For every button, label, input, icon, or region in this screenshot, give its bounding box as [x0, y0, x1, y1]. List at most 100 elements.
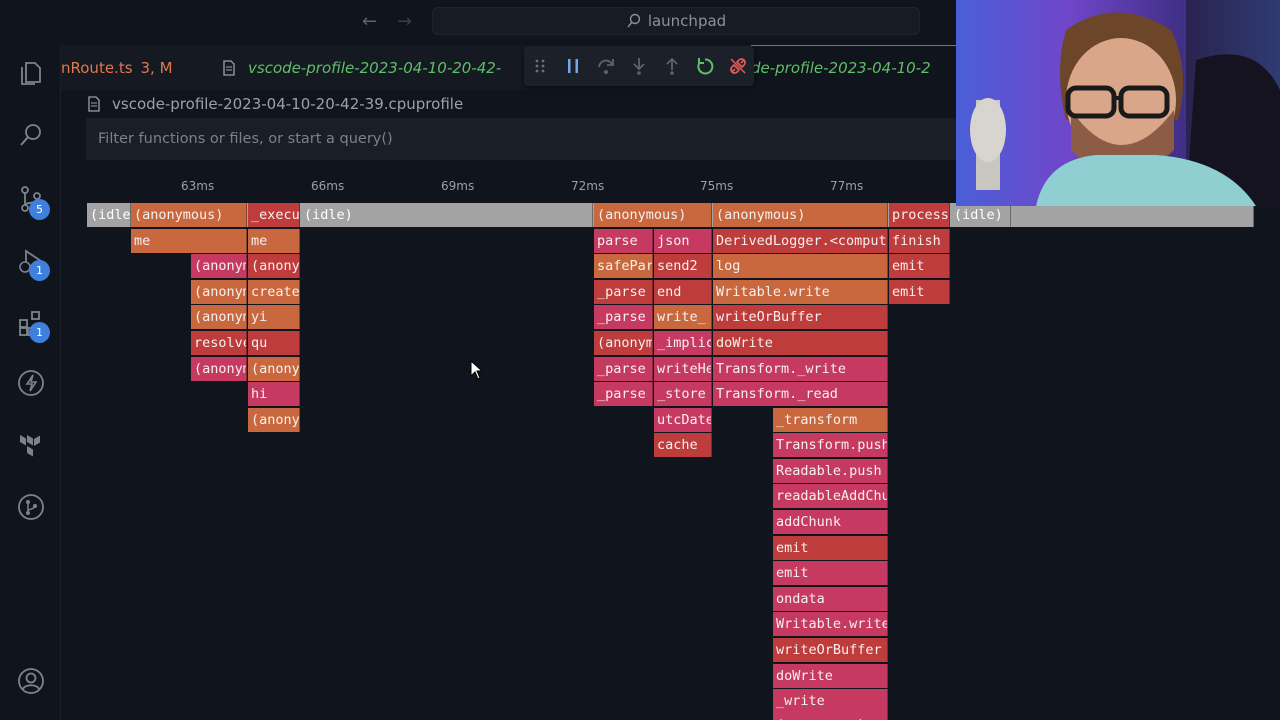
flame-frame[interactable]: ondata [773, 587, 888, 611]
flame-frame[interactable]: Transform._read [713, 382, 888, 406]
search-view-icon[interactable] [15, 119, 47, 151]
flame-frame[interactable]: (anonymous) [594, 203, 712, 227]
flame-frame[interactable]: qu [248, 331, 300, 355]
back-arrow-icon[interactable]: ← [362, 11, 377, 32]
flame-frame[interactable]: (anonymous) [713, 203, 888, 227]
tab-label: vscode-profile-2023-04-10-20-42- [248, 58, 502, 77]
webcam-overlay [956, 0, 1280, 206]
flame-frame[interactable]: writeHead [654, 357, 712, 381]
activity-bar: 5 1 1 [0, 45, 61, 720]
flame-frame[interactable]: _parse [594, 382, 653, 406]
editor-tabs: nRoute.ts 3, M vscode-profile-2023-04-10… [61, 45, 956, 90]
flame-frame[interactable]: (anonymous) [191, 280, 247, 304]
flame-frame[interactable]: writeOrBuffer [713, 305, 888, 329]
flame-frame[interactable]: _implicit [654, 331, 712, 355]
flame-frame[interactable]: yi [248, 305, 300, 329]
flame-frame[interactable]: finish [889, 229, 950, 253]
breadcrumb: vscode-profile-2023-04-10-20-42-39.cpupr… [86, 92, 463, 116]
debug-toolbar [524, 46, 754, 86]
flame-frame[interactable]: _transform [773, 408, 888, 432]
flame-frame[interactable]: (anonymous) [594, 331, 653, 355]
flame-frame[interactable]: (idle) [951, 203, 1011, 227]
flame-frame[interactable]: (anonymous) [191, 254, 247, 278]
flame-frame[interactable]: log [713, 254, 888, 278]
flame-frame[interactable]: write_ [654, 305, 712, 329]
flame-frame[interactable]: process [889, 203, 950, 227]
flame-frame[interactable]: doWrite [773, 664, 888, 688]
flame-frame[interactable]: me [248, 229, 300, 253]
flame-frame[interactable]: (anonymous) [131, 203, 247, 227]
flame-frame[interactable]: cache [654, 433, 712, 457]
flame-frame[interactable]: _parse [594, 280, 653, 304]
flame-frame[interactable]: Transform.push [773, 433, 888, 457]
tab-cpuprofile-2[interactable]: de-profile-2023-04-10-2 [751, 45, 956, 90]
flame-frame[interactable]: _parse [594, 357, 653, 381]
git-graph-icon[interactable] [15, 491, 47, 523]
tick-label: 75ms [700, 179, 734, 193]
drag-handle-icon[interactable] [524, 46, 557, 86]
restart-icon[interactable] [688, 46, 721, 86]
forward-arrow-icon[interactable]: → [397, 11, 412, 32]
account-icon[interactable] [15, 665, 47, 697]
flame-frame[interactable]: (anonymous) [191, 357, 247, 381]
flame-frame[interactable]: me [131, 229, 247, 253]
flame-frame[interactable]: _parse [594, 305, 653, 329]
flame-frame[interactable]: addChunk [773, 510, 888, 534]
run-debug-badge: 1 [29, 260, 50, 281]
flame-frame[interactable]: readableAddChunk [773, 484, 888, 508]
flame-frame[interactable]: parse [594, 229, 653, 253]
flame-frame[interactable]: (idle) [87, 203, 131, 227]
explorer-icon[interactable] [15, 57, 47, 89]
flame-frame[interactable]: end [654, 280, 712, 304]
tab-label: nRoute.ts [61, 58, 133, 77]
filter-placeholder: Filter functions or files, or start a qu… [98, 131, 393, 147]
extensions-badge: 1 [29, 322, 50, 343]
flame-frame[interactable]: Readable.push [773, 459, 888, 483]
terraform-icon[interactable] [15, 429, 47, 461]
flame-frame[interactable]: _execute [248, 203, 300, 227]
pause-icon[interactable] [557, 46, 590, 86]
flame-frame[interactable]: _store [654, 382, 712, 406]
tick-label: 69ms [441, 179, 475, 193]
flame-frame[interactable]: (anonymous) [248, 357, 300, 381]
flame-frame[interactable]: (anonymous) [773, 713, 888, 720]
tab-route-ts[interactable]: nRoute.ts 3, M [61, 45, 173, 90]
tab-cpuprofile-1[interactable]: vscode-profile-2023-04-10-20-42- [221, 45, 551, 90]
flame-frame[interactable]: (anonymous) [248, 254, 300, 278]
flame-frame[interactable]: _write [773, 689, 888, 713]
flame-frame[interactable]: doWrite [713, 331, 888, 355]
flame-frame[interactable]: (idle) [301, 203, 593, 227]
tick-label: 72ms [571, 179, 605, 193]
presenter-image [956, 0, 1280, 206]
tick-label: 66ms [311, 179, 345, 193]
flame-frame[interactable]: utcDate [654, 408, 712, 432]
flame-frame[interactable]: Writable.write [713, 280, 888, 304]
step-over-icon[interactable] [590, 46, 623, 86]
flame-frame[interactable]: (anonymous) [248, 408, 300, 432]
flame-frame[interactable]: emit [889, 254, 950, 278]
flame-frame[interactable]: emit [773, 536, 888, 560]
filter-input[interactable]: Filter functions or files, or start a qu… [86, 118, 956, 160]
flame-frame[interactable]: writeOrBuffer [773, 638, 888, 662]
breadcrumb-file[interactable]: vscode-profile-2023-04-10-20-42-39.cpupr… [112, 95, 463, 113]
tick-label: 63ms [181, 179, 215, 193]
flame-frame[interactable]: json [654, 229, 712, 253]
flame-frame[interactable]: Transform._write [713, 357, 888, 381]
flame-frame[interactable]: resolve [191, 331, 247, 355]
disconnect-icon[interactable] [721, 46, 754, 86]
lightning-icon[interactable] [15, 367, 47, 399]
tab-label: de-profile-2023-04-10-2 [751, 59, 931, 77]
flame-frame[interactable]: safeParse [594, 254, 653, 278]
flame-frame[interactable]: emit [773, 561, 888, 585]
flame-frame[interactable]: emit [889, 280, 950, 304]
file-icon [223, 59, 235, 76]
step-into-icon[interactable] [623, 46, 656, 86]
command-center-search[interactable]: launchpad [432, 7, 920, 35]
flame-frame[interactable]: send2 [654, 254, 712, 278]
flame-frame[interactable]: DerivedLogger.<computed> [713, 229, 888, 253]
flame-frame[interactable]: hi [248, 382, 300, 406]
step-out-icon[interactable] [655, 46, 688, 86]
flame-frame[interactable]: (anonymous) [191, 305, 247, 329]
flame-frame[interactable]: create [248, 280, 300, 304]
flame-frame[interactable]: Writable.write [773, 612, 888, 636]
